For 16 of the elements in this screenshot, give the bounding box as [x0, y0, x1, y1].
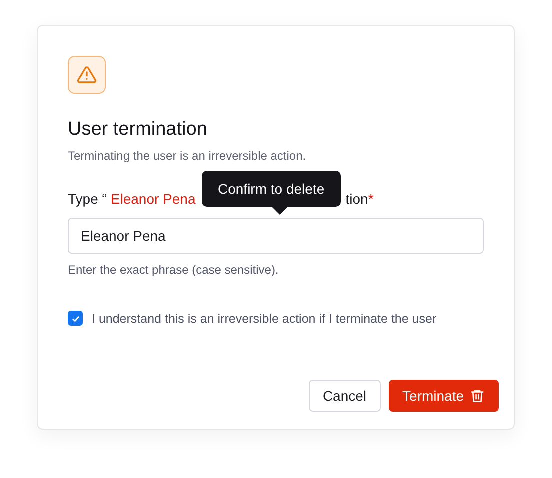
required-mark: * — [368, 191, 374, 207]
checkmark-icon — [70, 314, 80, 324]
field-label-name: Eleanor Pena — [110, 191, 196, 207]
tooltip-pointer-icon — [272, 207, 288, 215]
dialog-subtitle: Terminating the user is an irreversible action. — [68, 149, 308, 163]
cancel-button[interactable]: Cancel — [308, 380, 381, 412]
dialog-title: User termination — [68, 119, 208, 141]
field-label: tion — [346, 191, 368, 207]
checkbox[interactable] — [68, 311, 83, 326]
trash-icon — [470, 388, 485, 404]
field-label: Type “ — [68, 191, 107, 207]
field-hint: Enter the exact phrase (case sensitive). — [68, 263, 280, 277]
input-field[interactable]: Eleanor Pena — [68, 218, 484, 254]
checkbox-label: I understand this is an irreversible action if I terminate the user — [92, 312, 437, 326]
terminate-button[interactable]: Terminate — [388, 380, 499, 412]
warning-icon — [68, 56, 106, 94]
